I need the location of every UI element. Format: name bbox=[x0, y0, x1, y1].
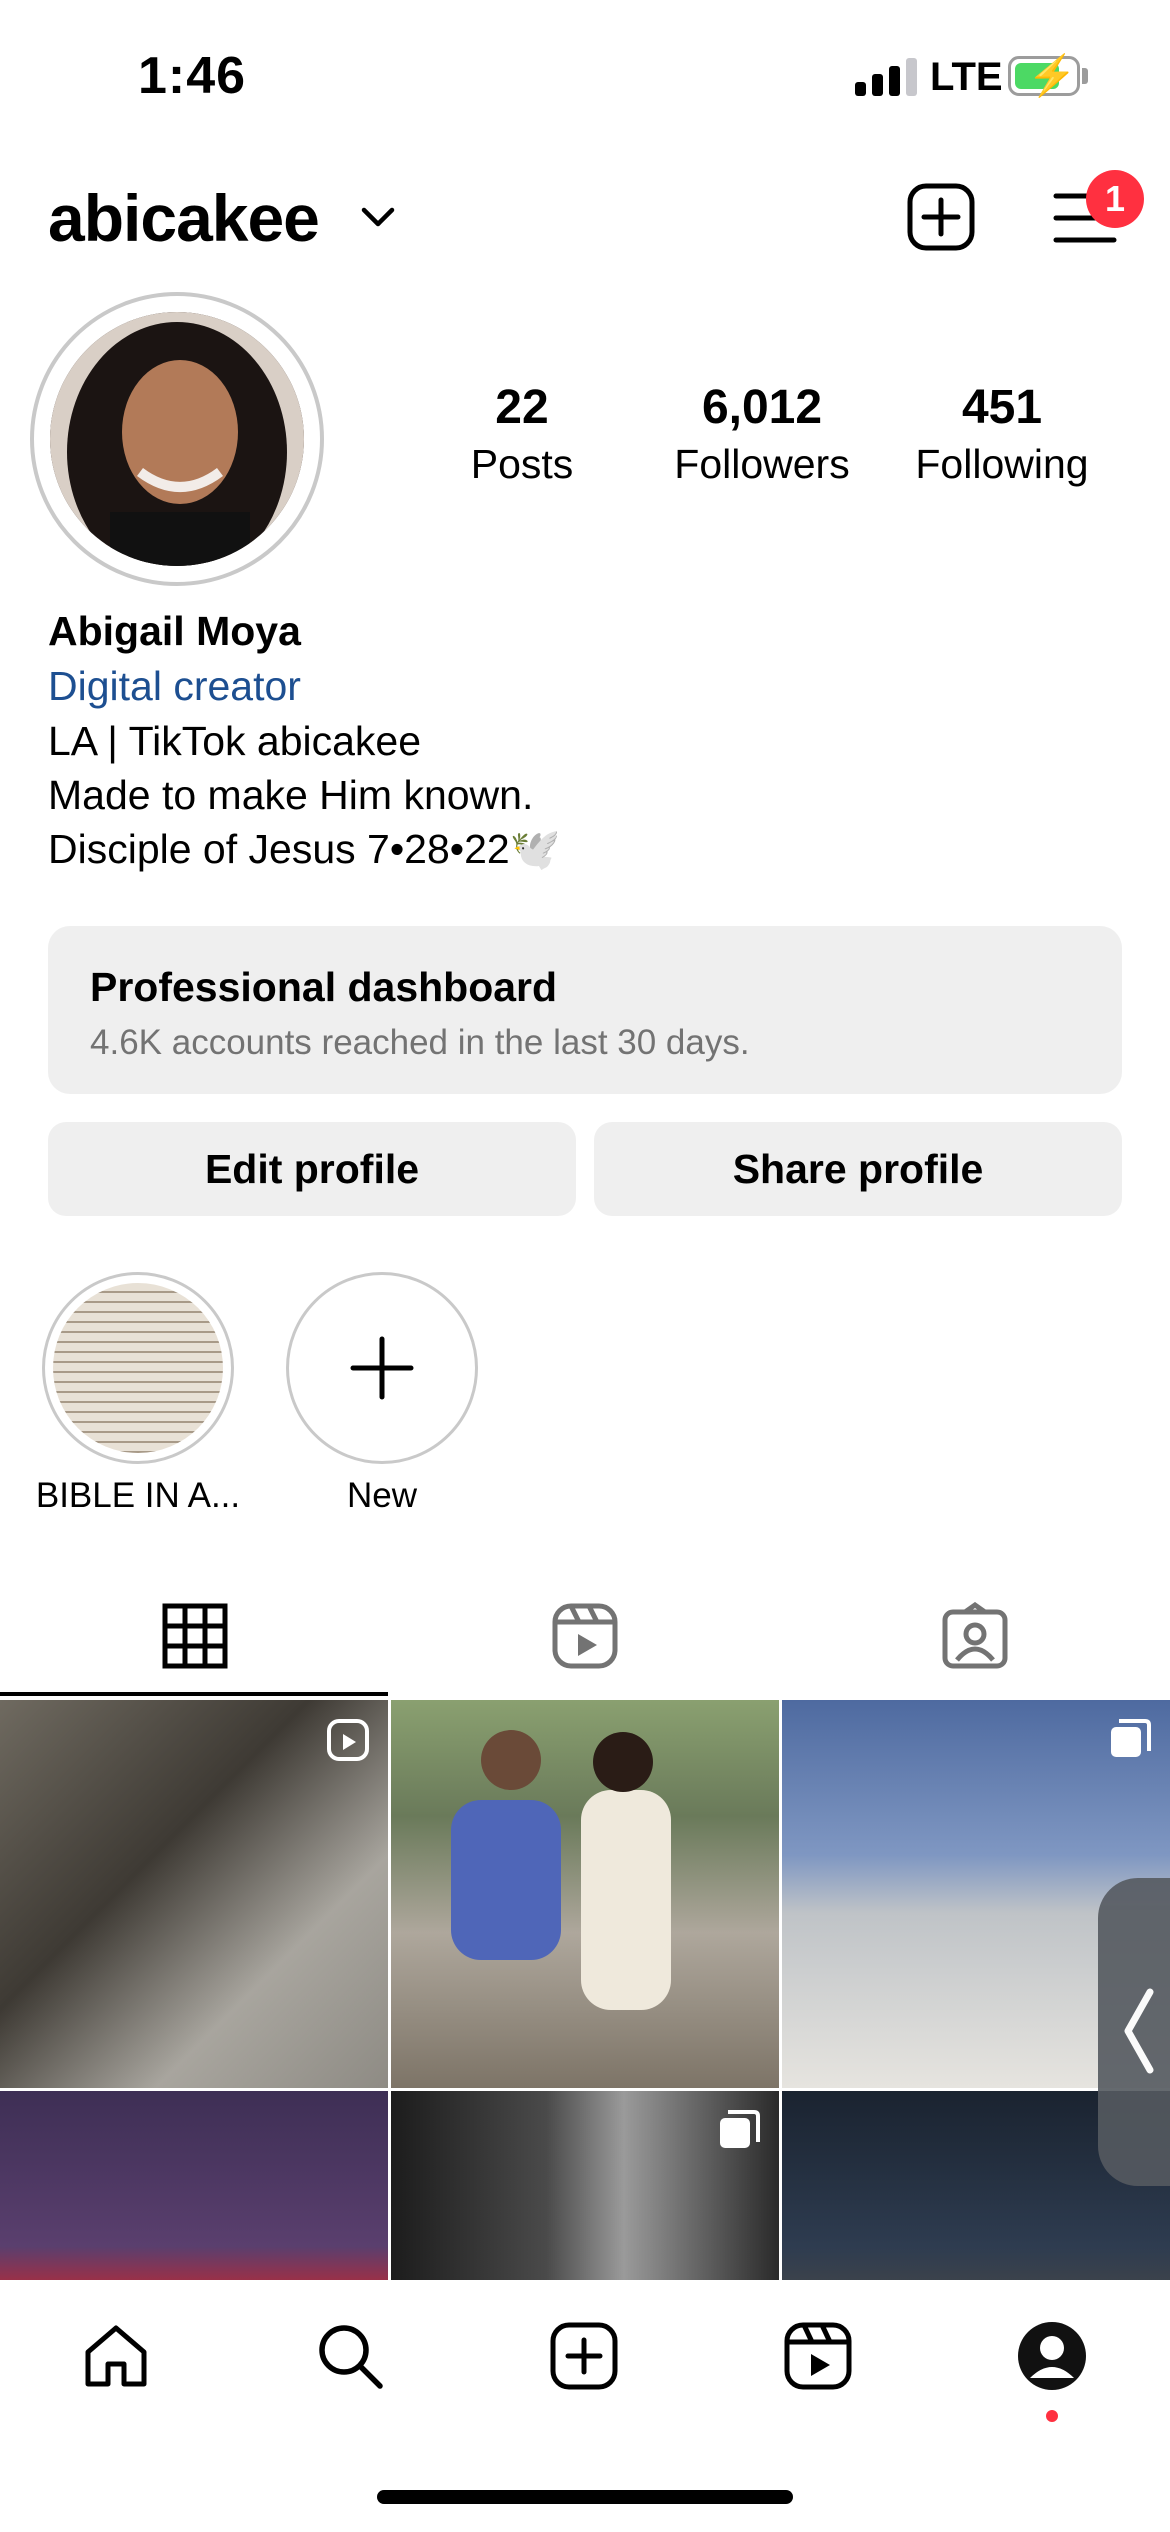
profile-icon[interactable] bbox=[1016, 2320, 1088, 2392]
highlight-label: New bbox=[346, 1476, 418, 1515]
highlight-new[interactable] bbox=[286, 1272, 478, 1464]
post-tile[interactable] bbox=[391, 2091, 779, 2280]
active-tab-indicator bbox=[0, 1692, 388, 1696]
search-icon[interactable] bbox=[314, 2320, 386, 2392]
tagged-icon bbox=[942, 1602, 1008, 1669]
profile-header: abicakee bbox=[0, 160, 1170, 270]
highlight-bible[interactable] bbox=[42, 1272, 234, 1464]
share-profile-button[interactable]: Share profile bbox=[594, 1122, 1122, 1216]
side-panel-handle[interactable] bbox=[1098, 1878, 1170, 2186]
tab-posts[interactable] bbox=[0, 1584, 390, 1696]
stat-followers[interactable]: 6,012 Followers bbox=[652, 380, 872, 488]
stat-label: Following bbox=[915, 441, 1089, 487]
dashboard-title: Professional dashboard bbox=[90, 964, 558, 1010]
chevron-left-icon bbox=[1124, 1988, 1154, 2074]
avatar-photo bbox=[50, 312, 304, 566]
battery-icon: ⚡ bbox=[1008, 54, 1080, 98]
dashboard-subtitle: 4.6K accounts reached in the last 30 day… bbox=[90, 1023, 750, 1062]
bio-line: Disciple of Jesus 7•28•22🕊️ bbox=[48, 826, 561, 872]
carousel-icon bbox=[1111, 1719, 1151, 1757]
battery-cap bbox=[1082, 68, 1088, 84]
highlight-cover bbox=[53, 1283, 223, 1453]
stat-following[interactable]: 451 Following bbox=[892, 380, 1112, 488]
post-grid bbox=[0, 1700, 1170, 2280]
reels-icon[interactable] bbox=[782, 2320, 854, 2392]
professional-dashboard[interactable]: Professional dashboard 4.6K accounts rea… bbox=[48, 926, 1122, 1094]
profile-tabs bbox=[0, 1584, 1170, 1696]
bio: Abigail Moya Digital creator LA | TikTok… bbox=[48, 604, 1128, 876]
notification-badge: 1 bbox=[1086, 170, 1144, 228]
tab-reels[interactable] bbox=[390, 1584, 780, 1696]
post-tile[interactable] bbox=[0, 2091, 388, 2280]
add-post-icon[interactable] bbox=[906, 182, 976, 252]
avatar[interactable] bbox=[50, 312, 304, 566]
network-label: LTE bbox=[930, 55, 1003, 99]
bio-line: LA | TikTok abicakee bbox=[48, 718, 422, 764]
stat-value: 6,012 bbox=[701, 381, 823, 434]
post-tile[interactable] bbox=[391, 1700, 779, 2088]
highlight-label: BIBLE IN A... bbox=[35, 1476, 241, 1515]
stat-value: 451 bbox=[961, 381, 1043, 434]
stat-label: Followers bbox=[674, 441, 850, 487]
tab-tagged[interactable] bbox=[780, 1584, 1170, 1696]
create-icon[interactable] bbox=[548, 2320, 620, 2392]
status-bar: 1:46 LTE ⚡ bbox=[0, 0, 1170, 150]
stat-posts[interactable]: 22 Posts bbox=[412, 380, 632, 488]
plus-icon bbox=[350, 1336, 414, 1400]
category-label[interactable]: Digital creator bbox=[48, 658, 1128, 714]
home-icon[interactable] bbox=[80, 2320, 152, 2392]
status-time: 1:46 bbox=[138, 47, 247, 105]
stat-label: Posts bbox=[470, 441, 574, 487]
signal-icon bbox=[855, 58, 917, 96]
chevron-down-icon[interactable] bbox=[360, 204, 396, 232]
home-indicator bbox=[377, 2490, 793, 2504]
carousel-icon bbox=[720, 2110, 760, 2148]
activity-dot bbox=[1046, 2410, 1058, 2422]
reel-indicator-icon bbox=[327, 1719, 369, 1761]
edit-profile-button[interactable]: Edit profile bbox=[48, 1122, 576, 1216]
grid-icon bbox=[162, 1603, 228, 1669]
username-switcher[interactable]: abicakee bbox=[48, 180, 320, 256]
stat-value: 22 bbox=[495, 381, 549, 434]
bio-line: Made to make Him known. bbox=[48, 772, 534, 818]
post-tile[interactable] bbox=[0, 1700, 388, 2088]
post-photo bbox=[451, 1730, 671, 2010]
display-name: Abigail Moya bbox=[48, 608, 301, 654]
reels-icon bbox=[552, 1603, 618, 1669]
